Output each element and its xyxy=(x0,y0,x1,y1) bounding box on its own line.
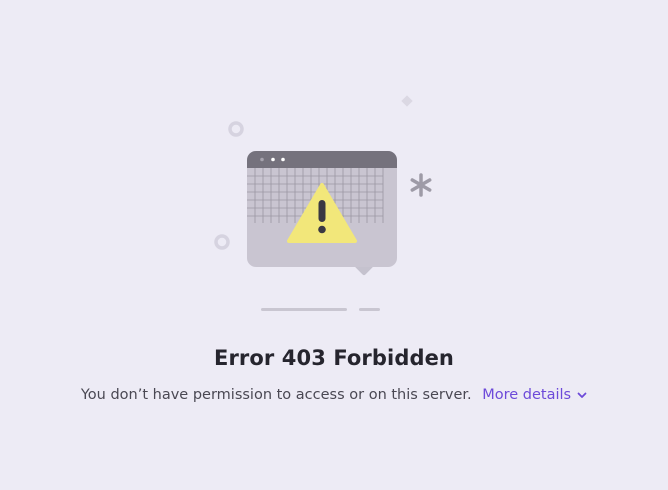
more-details-label: More details xyxy=(482,387,572,403)
browser-window-icon xyxy=(247,151,397,267)
error-title: Error 403 Forbidden xyxy=(214,346,454,370)
bubble-decoration xyxy=(228,121,244,137)
chevron-down-icon xyxy=(577,392,587,398)
error-message-row: You don’t have permission to access or o… xyxy=(0,387,668,403)
diamond-decoration xyxy=(401,95,413,107)
loading-bar-short xyxy=(359,308,380,311)
asterisk-icon xyxy=(410,173,432,197)
more-details-link[interactable]: More details xyxy=(482,387,587,403)
loading-bar xyxy=(261,308,347,311)
error-message: You don’t have permission to access or o… xyxy=(80,387,472,403)
error-illustration xyxy=(214,95,432,311)
bubble-decoration xyxy=(214,234,230,250)
